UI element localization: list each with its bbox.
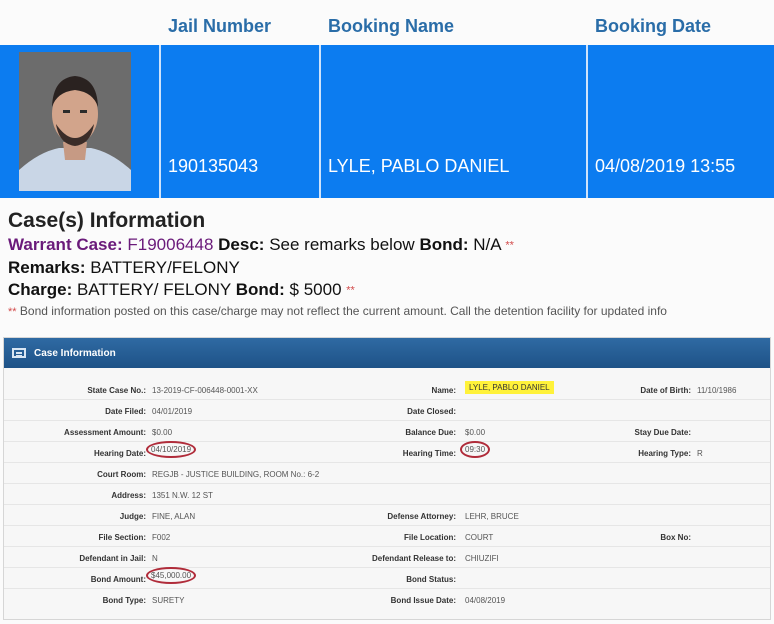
bond-amount-circle: $45,000.00 [146,567,197,584]
detail-label: Address: [111,491,146,500]
detail-label: File Location: [404,533,456,542]
name-highlight: LYLE, PABLO DANIEL [465,381,554,394]
list-icon [12,348,26,358]
detail-row: Date Filed: 04/01/2019 Date Closed: [4,400,770,421]
detail-label: Hearing Time: [402,449,456,458]
cases-title: Case(s) Information [8,209,206,232]
detail-label: Bond Amount: [90,575,146,584]
charge-bond-label: Bond: [235,279,285,299]
detail-label: Defendant in Jail: [79,554,146,563]
warrant-label: Warrant Case: [8,235,123,254]
mugshot-photo [19,52,131,191]
detail-label: Bond Type: [102,596,146,605]
bond-disclaimer: ** Bond information posted on this case/… [8,301,774,322]
warrant-number[interactable]: F19006448 [127,235,213,254]
detail-value: CHIUZIFI [465,554,499,563]
detail-value: REGJB - JUSTICE BUILDING, ROOM No.: 6-2 [152,470,320,479]
detail-value: $0.00 [465,428,486,437]
detail-row: Address: 1351 N.W. 12 ST [4,484,770,505]
detail-value: F002 [152,533,171,542]
cell-divider [586,45,588,198]
detail-value: LEHR, BRUCE [465,512,519,521]
detail-value: 04/08/2019 [465,596,506,605]
detail-value: COURT [465,533,494,542]
detail-value: 13-2019-CF-006448-0001-XX [152,386,258,395]
detail-label: File Section: [98,533,146,542]
detail-row: Court Room: REGJB - JUSTICE BUILDING, RO… [4,463,770,484]
desc-value: See remarks below [269,235,415,254]
detail-row: State Case No.: 13-2019-CF-006448-0001-X… [4,379,770,400]
detail-label: Judge: [119,512,146,521]
detail-label: Assessment Amount: [64,428,146,437]
detail-value: SURETY [152,596,185,605]
detail-label: Date Closed: [407,407,456,416]
detail-value: 11/10/1986 [697,386,737,395]
booking-name-value: LYLE, PABLO DANIEL [328,156,510,176]
detail-label: Hearing Date: [93,449,146,458]
bond-value: N/A [473,235,501,254]
detail-label: Date Filed: [105,407,146,416]
panel-header: Case Information [4,338,770,368]
charge-bond-value: $ 5000 [289,279,342,299]
case-information-panel: Case Information State Case No.: 13-2019… [3,337,771,620]
desc-label: Desc: [218,235,265,254]
note-stars: ** [8,305,17,318]
charge-value: BATTERY/ FELONY [76,279,231,299]
detail-value-circled: 04/10/2019 [146,441,197,458]
charge-line: Charge: BATTERY/ FELONY Bond: $ 5000 ** [8,279,774,302]
footnote-stars: ** [346,284,355,297]
cell-divider [319,45,321,198]
remarks-line: Remarks: BATTERY/FELONY [8,257,774,279]
detail-label: Bond Issue Date: [390,596,456,605]
detail-row: Bond Amount: $45,000.00 Bond Status: [4,567,770,589]
detail-value-circled: $45,000.00 [146,567,197,584]
detail-row: Defendant in Jail: N Defendant Release t… [4,547,770,568]
detail-label: Court Room: [97,470,146,479]
detail-value-highlighted: LYLE, PABLO DANIEL [465,381,554,394]
panel-title: Case Information [34,347,116,359]
detail-row: Hearing Date: 04/10/2019 Hearing Time: 0… [4,441,770,463]
detail-value: $0.00 [152,428,173,437]
cell-divider [159,45,161,198]
detail-label: Defendant Release to: [371,554,456,563]
detail-label: Name: [431,386,456,395]
detail-label: State Case No.: [87,386,146,395]
detail-row: Judge: FINE, ALAN Defense Attorney: LEHR… [4,505,770,526]
detail-value: 1351 N.W. 12 ST [152,491,213,500]
detail-value: R [697,449,703,458]
detail-value: FINE, ALAN [152,512,196,521]
footnote-stars: ** [505,239,514,252]
detail-row: File Section: F002 File Location: COURT … [4,526,770,547]
detail-label: Date of Birth: [640,386,691,395]
jail-number-value: 190135043 [168,156,259,176]
detail-label: Balance Due: [405,428,456,437]
booking-table-header: Jail Number Booking Name Booking Date [0,0,774,45]
header-booking-date: Booking Date [595,16,712,36]
detail-label: Defense Attorney: [387,512,456,521]
remarks-value: BATTERY/FELONY [90,257,240,277]
remarks-label: Remarks: [8,257,86,277]
hearing-time-circle: 09:30 [460,441,491,458]
detail-label: Hearing Type: [638,449,691,458]
warrant-line: Warrant Case: F19006448 Desc: See remark… [8,234,774,257]
detail-value-circled: 09:30 [460,441,491,458]
booking-date-value: 04/08/2019 13:55 [595,156,736,176]
bond-label: Bond: [419,235,469,254]
detail-label: Box No: [660,533,691,542]
cases-information: Case(s) Information Warrant Case: F19006… [8,208,774,322]
detail-value: 04/01/2019 [152,407,193,416]
detail-row: Bond Type: SURETY Bond Issue Date: 04/08… [4,589,770,610]
detail-label: Stay Due Date: [634,428,691,437]
header-jail-number: Jail Number [168,16,272,36]
bond-disclaimer-text: Bond information posted on this case/cha… [19,304,667,319]
hearing-date-circle: 04/10/2019 [146,441,197,458]
detail-label: Bond Status: [406,575,456,584]
charge-label: Charge: [8,279,73,299]
detail-row: Assessment Amount: $0.00 Balance Due: $0… [4,421,770,442]
detail-value: N [152,554,158,563]
header-booking-name: Booking Name [328,16,455,36]
